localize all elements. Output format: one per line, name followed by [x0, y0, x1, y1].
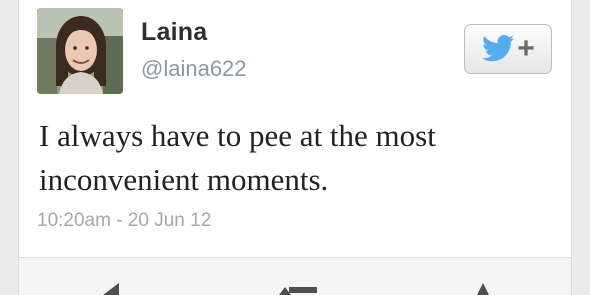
- avatar-photo: [37, 8, 123, 94]
- display-name[interactable]: Laina: [141, 18, 207, 47]
- follow-button[interactable]: +: [464, 24, 552, 74]
- user-handle[interactable]: @laina622: [141, 56, 247, 82]
- follow-plus-label: +: [517, 32, 535, 65]
- retweet-icon: [279, 287, 317, 295]
- reply-icon: [103, 283, 119, 295]
- reply-button[interactable]: [89, 283, 123, 295]
- twitter-bird-icon: [482, 35, 515, 62]
- tweet-action-bar: [19, 258, 571, 295]
- avatar[interactable]: [37, 8, 123, 94]
- tweet-timestamp[interactable]: 10:20am - 20 Jun 12: [37, 210, 211, 232]
- tweet-card: Laina @laina622 + I always have to pee a…: [18, 0, 572, 295]
- favorite-icon: [477, 283, 489, 295]
- tweet-text: I always have to pee at the most inconve…: [39, 118, 436, 197]
- retweet-button[interactable]: [277, 283, 321, 295]
- favorite-button[interactable]: [471, 283, 495, 295]
